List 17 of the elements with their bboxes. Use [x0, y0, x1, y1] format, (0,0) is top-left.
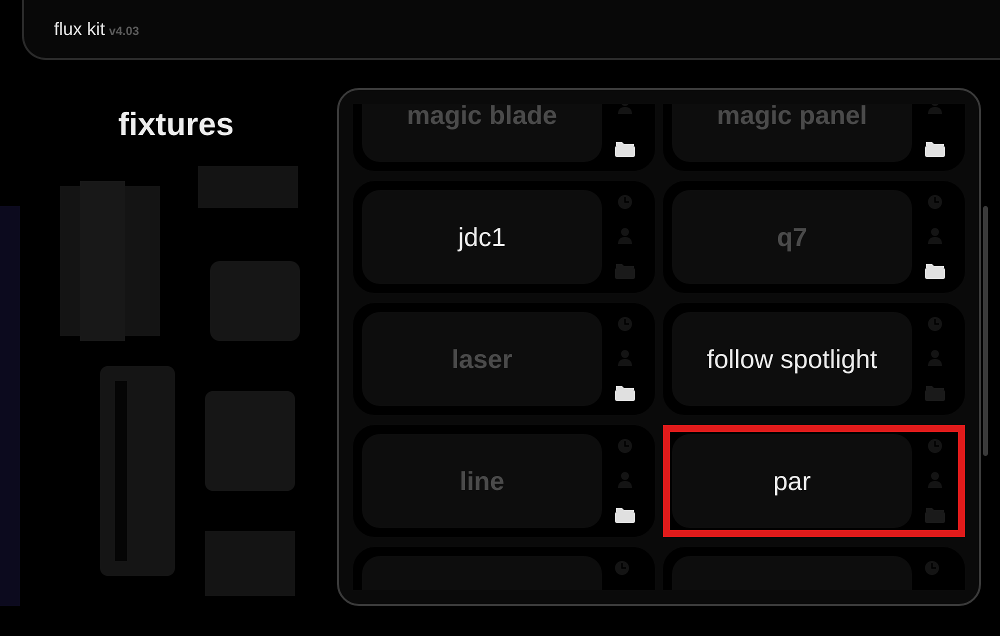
scrollbar[interactable] — [983, 206, 988, 456]
folder-icon[interactable] — [614, 506, 636, 524]
section-title: fixtures — [118, 105, 234, 144]
app-title: flux kit — [54, 18, 106, 40]
folder-icon[interactable] — [924, 262, 946, 280]
folder-icon[interactable] — [614, 384, 636, 402]
version-label: v4.03 — [109, 22, 140, 40]
fixture-button[interactable]: q7 — [672, 190, 912, 284]
fixture-button[interactable]: magic blade — [362, 104, 602, 162]
fixture-button[interactable]: follow spotlight — [672, 312, 912, 406]
fixture-button[interactable]: magic panel — [672, 104, 912, 162]
folder-icon[interactable] — [614, 140, 636, 158]
folder-icon[interactable] — [924, 140, 946, 158]
fixture-button[interactable]: jdc1 — [362, 190, 602, 284]
fixture-button[interactable]: line — [362, 434, 602, 528]
fixture-button[interactable]: par — [672, 434, 912, 528]
fixture-button[interactable]: laser — [362, 312, 602, 406]
